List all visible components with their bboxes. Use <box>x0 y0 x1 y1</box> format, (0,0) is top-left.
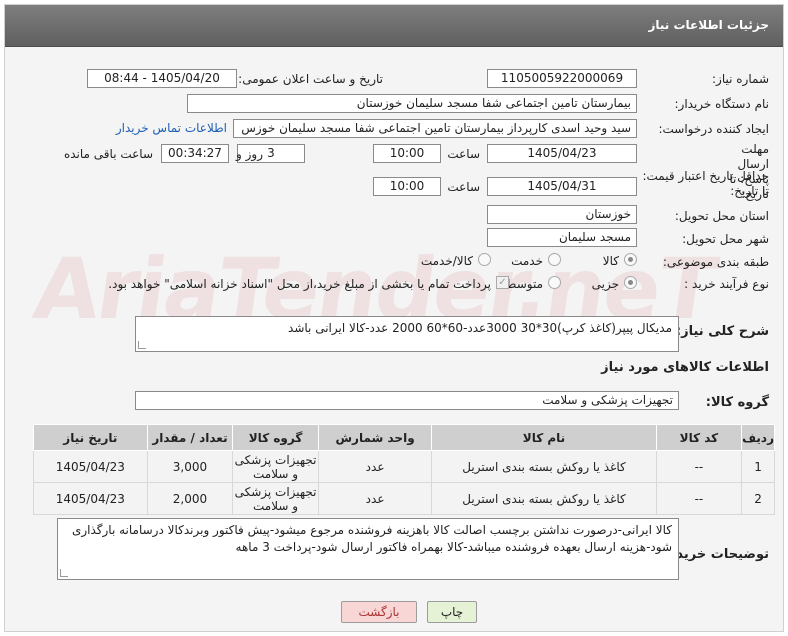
cell-need-date: 1405/04/23 <box>33 450 148 483</box>
category-goods-service-radio[interactable] <box>478 253 491 266</box>
deadline-date-field: 1405/04/23 <box>487 144 637 163</box>
resize-handle-icon[interactable] <box>60 569 68 577</box>
cell-item-name: کاغذ یا روکش بسته بندی استریل <box>431 450 657 483</box>
items-table: ردیف کد کالا نام کالا واحد شمارش گروه کا… <box>33 424 775 515</box>
cell-quantity: 3,000 <box>146 450 234 483</box>
goods-group-label: گروه کالا: <box>705 395 769 410</box>
cell-item-name: کاغذ یا روکش بسته بندی استریل <box>431 482 657 515</box>
process-medium-radio[interactable] <box>548 276 561 289</box>
panel-title: جزئیات اطلاعات نیاز <box>648 18 769 32</box>
cell-unit: عدد <box>317 482 433 515</box>
col-item-name: نام کالا <box>431 424 657 451</box>
description-textarea: مدیکال پیپر(کاغذ کرپ)30*30 3000عدد-60*60… <box>135 316 679 352</box>
goods-section-title: اطلاعات کالاهای مورد نیاز <box>601 360 769 375</box>
cell-item-code: -- <box>655 450 743 483</box>
remaining-time-field: 00:34:27 <box>161 144 229 163</box>
cell-need-date: 1405/04/23 <box>33 482 148 515</box>
need-number-field: 1105005922000069 <box>487 69 637 88</box>
print-button[interactable]: چاپ <box>427 601 477 623</box>
creator-label: ایجاد کننده درخواست: <box>658 122 769 136</box>
category-goods-service-label: کالا/خدمت <box>420 254 473 268</box>
buyer-notes-text: کالا ایرانی-درصورت نداشتن برچسب اصالت کا… <box>71 523 672 554</box>
price-time-label: ساعت <box>447 180 480 194</box>
cell-row-number: 1 <box>741 450 775 483</box>
col-unit: واحد شمارش <box>317 424 433 451</box>
col-quantity: تعداد / مقدار <box>146 424 234 451</box>
category-goods-radio[interactable] <box>624 253 637 266</box>
province-field: خوزستان <box>487 205 637 224</box>
cell-item-code: -- <box>655 482 743 515</box>
city-field: مسجد سلیمان <box>487 228 637 247</box>
creator-field: سید وحید اسدی کارپرداز بیمارستان تامین ا… <box>233 119 637 138</box>
buyer-notes-textarea: کالا ایرانی-درصورت نداشتن برچسب اصالت کا… <box>57 518 679 580</box>
deadline-time-label: ساعت <box>447 147 480 161</box>
process-type-label: نوع فرآیند خرید : <box>684 277 769 291</box>
table-header-row: ردیف کد کالا نام کالا واحد شمارش گروه کا… <box>33 424 775 451</box>
category-goods-label: کالا <box>602 254 619 268</box>
city-label: شهر محل تحویل: <box>682 232 769 246</box>
buyer-org-label: نام دستگاه خریدار: <box>674 97 770 111</box>
back-button[interactable]: بازگشت <box>341 601 417 623</box>
goods-group-field: تجهیزات پزشکی و سلامت <box>135 391 679 410</box>
treasury-payment-note: پرداخت تمام یا بخشی از مبلغ خرید،از محل … <box>108 277 491 291</box>
table-row: 1 -- کاغذ یا روکش بسته بندی استریل عدد ت… <box>33 450 775 483</box>
province-label: استان محل تحویل: <box>674 209 769 223</box>
category-service-radio[interactable] <box>548 253 561 266</box>
col-item-group: گروه کالا <box>232 424 319 451</box>
process-minor-label: جزیی <box>591 277 619 291</box>
announce-datetime-field: 1405/04/20 - 08:44 <box>87 69 237 88</box>
col-item-code: کد کالا <box>655 424 743 451</box>
price-validity-date-field: 1405/04/31 <box>487 177 637 196</box>
col-need-date: تاریخ نیاز <box>33 424 148 451</box>
buyer-org-field: بیمارستان تامین اجتماعی شفا مسجد سلیمان … <box>187 94 637 113</box>
cell-item-group: تجهیزات پزشکی و سلامت <box>232 482 319 515</box>
col-row-number: ردیف <box>741 424 775 451</box>
category-label: طبقه بندی موضوعی: <box>662 255 769 269</box>
process-minor-radio[interactable] <box>624 276 637 289</box>
cell-unit: عدد <box>317 450 433 483</box>
treasury-payment-checkbox[interactable]: ✓ <box>496 276 509 289</box>
remaining-time-label: ساعت باقی مانده <box>63 147 153 161</box>
buyer-contact-link[interactable]: اطلاعات تماس خریدار <box>116 121 227 135</box>
price-validity-label: حداقل تاریخ اعتبار قیمت: تا تاریخ: <box>642 169 769 198</box>
table-row: 2 -- کاغذ یا روکش بسته بندی استریل عدد ت… <box>33 482 775 515</box>
cell-quantity: 2,000 <box>146 482 234 515</box>
description-text: مدیکال پیپر(کاغذ کرپ)30*30 3000عدد-60*60… <box>288 321 672 335</box>
description-label: شرح کلی نیاز: <box>675 324 769 339</box>
category-service-label: خدمت <box>511 254 543 268</box>
cell-row-number: 2 <box>741 482 775 515</box>
process-medium-label: متوسط <box>505 277 543 291</box>
deadline-time-field: 10:00 <box>373 144 441 163</box>
details-panel: جزئیات اطلاعات نیاز AriaTender.neT شماره… <box>4 4 784 632</box>
announce-label: تاریخ و ساعت اعلان عمومی: <box>238 72 383 86</box>
cell-item-group: تجهیزات پزشکی و سلامت <box>232 450 319 483</box>
resize-handle-icon[interactable] <box>138 341 146 349</box>
need-number-label: شماره نیاز: <box>712 72 769 86</box>
price-validity-time-field: 10:00 <box>373 177 441 196</box>
days-label: روز و <box>236 147 263 161</box>
panel-header: جزئیات اطلاعات نیاز <box>5 5 783 47</box>
